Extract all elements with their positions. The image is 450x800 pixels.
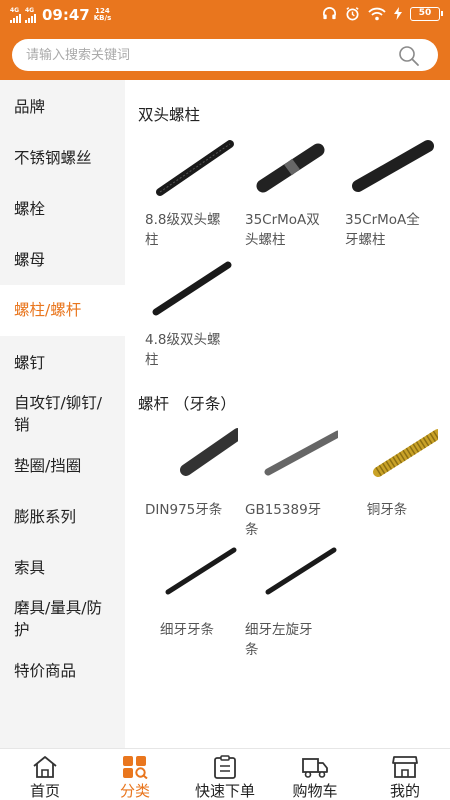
- tab-home[interactable]: 首页: [0, 749, 90, 800]
- clipboard-icon: [214, 755, 236, 779]
- category-icon: [123, 756, 148, 779]
- product-image: [138, 540, 238, 620]
- sidebar-item-screw[interactable]: 螺钉: [0, 352, 125, 374]
- sidebar-item-self-tapping[interactable]: 自攻钉/铆钉/ 销: [0, 392, 125, 436]
- status-time: 09:47: [42, 6, 90, 24]
- sidebar-item-special-offer[interactable]: 特价商品: [0, 660, 125, 682]
- search-box[interactable]: [12, 39, 438, 71]
- sidebar-item-abrasives[interactable]: 磨具/量具/防 护: [0, 597, 125, 641]
- status-bar: 4G 4G 09:47 124 KB/s 50: [0, 0, 450, 30]
- product-card-copper-rod[interactable]: 铜牙条: [338, 420, 438, 520]
- product-name: 细牙左旋牙条: [245, 622, 313, 658]
- search-icon[interactable]: [398, 45, 420, 67]
- category-sidebar: 品牌 不锈钢螺丝 螺栓 螺母 螺柱/螺杆 螺钉 自攻钉/铆钉/ 销 垫圈/挡圈 …: [0, 80, 125, 748]
- product-name: GB15389牙条: [245, 502, 322, 538]
- product-name: 铜牙条: [366, 502, 408, 518]
- sidebar-item-label-line1: 磨具/量具/防: [14, 599, 102, 617]
- product-name: 8.8级双头螺柱: [145, 212, 221, 248]
- tab-label: 购物车: [292, 782, 338, 800]
- sidebar-item-nut[interactable]: 螺母: [0, 249, 125, 271]
- tab-category[interactable]: 分类: [90, 749, 180, 800]
- product-image: [338, 130, 438, 210]
- product-image: [138, 420, 238, 500]
- status-right: 50: [322, 6, 443, 21]
- sidebar-item-label-line1: 自攻钉/铆钉/: [14, 394, 102, 412]
- product-card-din975[interactable]: DIN975牙条: [138, 420, 238, 520]
- sidebar-item-bolt[interactable]: 螺栓: [0, 198, 125, 220]
- product-panel: 双头螺柱 8.8级双头螺柱 35CrMoA双 头螺柱 35CrMoA全 牙螺柱 4.…: [125, 80, 450, 748]
- headphones-icon: [323, 7, 336, 20]
- sidebar-item-label-line2: 销: [14, 416, 30, 434]
- alarm-icon: [346, 7, 359, 21]
- battery-indicator: 50: [410, 6, 443, 21]
- sidebar-item-stainless-screw[interactable]: 不锈钢螺丝: [0, 147, 125, 169]
- product-card-gb15389[interactable]: GB15389牙条: [238, 420, 338, 540]
- truck-icon: [302, 758, 328, 778]
- product-card-fine-left-thread-rod[interactable]: 细牙左旋牙条: [238, 540, 338, 660]
- product-image: [338, 420, 438, 500]
- signal-icon-2: 4G: [25, 7, 36, 23]
- tab-label: 我的: [389, 782, 420, 800]
- bottom-tab-bar: 首页 分类 快速下单 购物车 我的: [0, 748, 450, 800]
- product-name: 细牙牙条: [160, 622, 214, 638]
- tab-label: 分类: [119, 782, 150, 800]
- product-image: [238, 540, 338, 620]
- tab-cart[interactable]: 购物车: [270, 749, 360, 800]
- sidebar-item-expansion[interactable]: 膨胀系列: [0, 506, 125, 528]
- product-name: 4.8级双头螺柱: [145, 332, 221, 368]
- product-image: [138, 250, 238, 330]
- tab-quick-order[interactable]: 快速下单: [180, 749, 270, 800]
- product-card-fine-thread-rod[interactable]: 细牙牙条: [138, 540, 238, 640]
- charging-icon: [394, 7, 402, 20]
- speed-unit: KB/s: [93, 14, 112, 22]
- sidebar-item-brand[interactable]: 品牌: [0, 96, 125, 118]
- product-card-8-8-stud[interactable]: 8.8级双头螺柱: [138, 130, 238, 250]
- search-header: [0, 30, 450, 80]
- product-image: [238, 420, 338, 500]
- tab-label: 首页: [29, 782, 60, 800]
- product-card-35crmoa-full-stud[interactable]: 35CrMoA全 牙螺柱: [338, 130, 438, 250]
- product-card-35crmoa-double-stud[interactable]: 35CrMoA双 头螺柱: [238, 130, 338, 250]
- home-icon: [33, 756, 57, 778]
- network-speed: 124 KB/s: [94, 8, 111, 22]
- signal-icon-1: 4G: [10, 7, 21, 23]
- sidebar-item-rigging[interactable]: 索具: [0, 557, 125, 579]
- sidebar-item-label-line2: 护: [14, 621, 30, 639]
- section-title-double-end-stud: 双头螺柱: [138, 106, 201, 124]
- sidebar-item-washer[interactable]: 垫圈/挡圈: [0, 455, 125, 477]
- tab-mine[interactable]: 我的: [360, 749, 450, 800]
- store-icon: [392, 756, 418, 778]
- sidebar-item-stud-rod[interactable]: 螺柱/螺杆: [0, 285, 125, 336]
- tab-label: 快速下单: [194, 782, 255, 800]
- wifi-icon: [368, 7, 386, 20]
- status-left: 4G 4G 09:47 124 KB/s: [10, 6, 111, 24]
- product-name: 35CrMoA双 头螺柱: [245, 212, 320, 248]
- product-name: DIN975牙条: [145, 502, 223, 518]
- product-image: [238, 130, 338, 210]
- search-input[interactable]: [26, 39, 386, 71]
- product-card-4-8-stud[interactable]: 4.8级双头螺柱: [138, 250, 238, 370]
- product-name: 35CrMoA全 牙螺柱: [345, 212, 420, 248]
- section-title-threaded-rod: 螺杆 （牙条）: [138, 395, 236, 413]
- product-image: [138, 130, 238, 210]
